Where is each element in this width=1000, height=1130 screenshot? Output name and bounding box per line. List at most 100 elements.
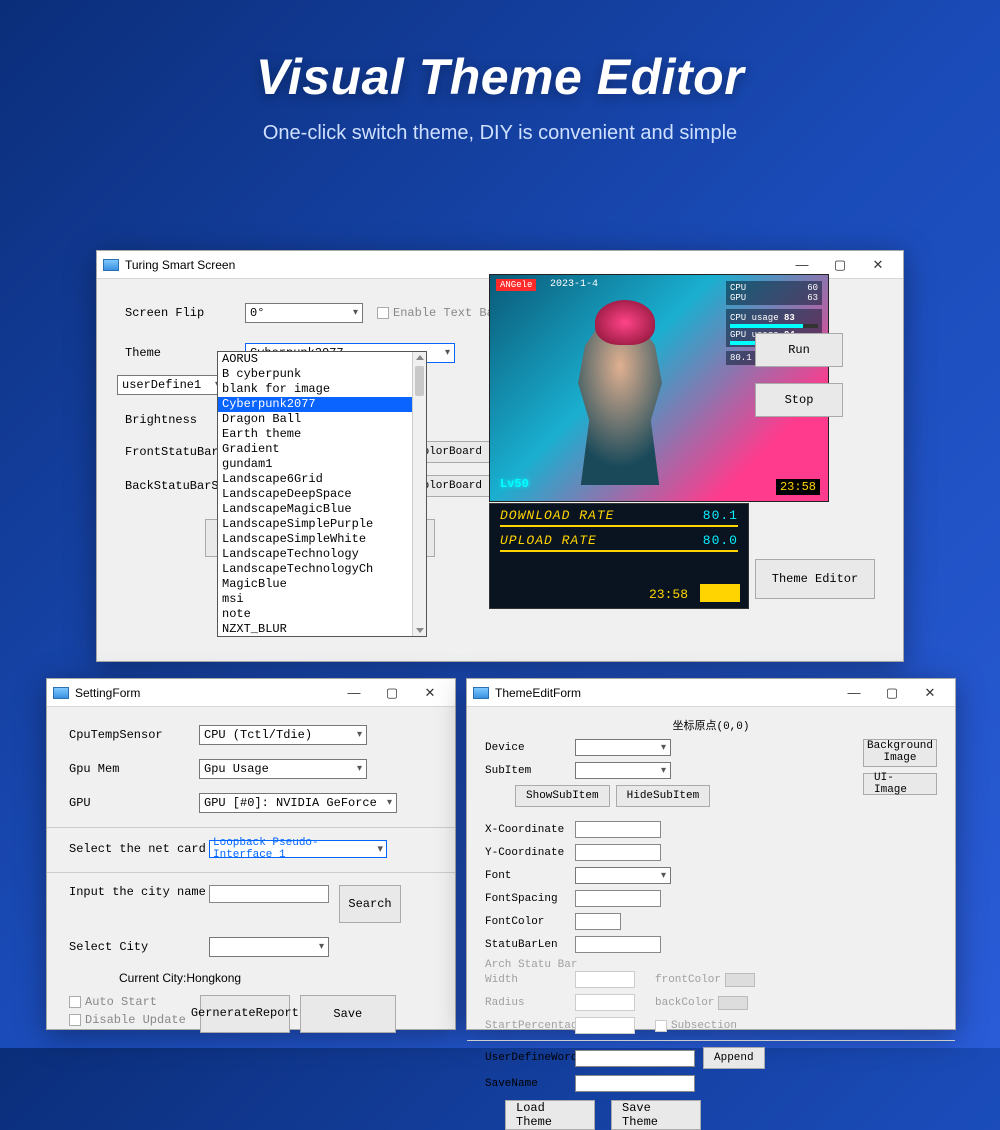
screen-flip-label: Screen Flip	[125, 306, 245, 320]
theme-option[interactable]: LandscapeDeepSpace	[218, 487, 426, 502]
font-select[interactable]: ▾	[575, 867, 671, 884]
minimize-button[interactable]: —	[335, 679, 373, 706]
save-button[interactable]: Save	[300, 995, 396, 1033]
cpu-temp-label: CpuTempSensor	[69, 728, 199, 742]
device-select[interactable]: ▾	[575, 739, 671, 756]
theme-option[interactable]: blank for image	[218, 382, 426, 397]
maximize-button[interactable]: ▢	[373, 679, 411, 706]
theme-option[interactable]: Cyberpunk2077	[218, 397, 426, 412]
chevron-down-icon: ▾	[357, 763, 362, 775]
theme-preview-lower: DOWNLOAD RATE80.1 UPLOAD RATE80.0 23:58	[489, 503, 749, 609]
theme-option[interactable]: NZXT_BLUR	[218, 622, 426, 637]
user-words-input[interactable]	[575, 1050, 695, 1067]
save-theme-button[interactable]: Save Theme	[611, 1100, 701, 1130]
device-label: Device	[485, 742, 575, 754]
front-color-swatch[interactable]	[725, 973, 755, 987]
hero-subtitle: One-click switch theme, DIY is convenien…	[0, 122, 1000, 145]
font-spacing-input[interactable]	[575, 890, 661, 907]
font-color-label: FontColor	[485, 916, 575, 928]
font-color-input[interactable]	[575, 913, 621, 930]
netcard-select[interactable]: Loopback Pseudo-Interface 1▾	[209, 840, 387, 858]
x-coord-input[interactable]	[575, 821, 661, 838]
subitem-select[interactable]: ▾	[575, 762, 671, 779]
city-input-label: Input the city name	[69, 885, 209, 899]
temp1: 80.1	[730, 353, 752, 363]
y-coord-label: Y-Coordinate	[485, 847, 575, 859]
x-coord-label: X-Coordinate	[485, 824, 575, 836]
theme-dropdown-list[interactable]: AORUSB cyberpunkblank for imageCyberpunk…	[217, 351, 427, 637]
cpu-val: 60	[807, 283, 818, 293]
status-bar-len-input[interactable]	[575, 936, 661, 953]
subsection-checkbox[interactable]: Subsection	[655, 1020, 737, 1032]
back-color-swatch[interactable]	[718, 996, 748, 1010]
turing-main-window: Turing Smart Screen — ▢ ✕ Screen Flip 0°…	[96, 250, 904, 662]
checkbox-icon	[69, 1014, 81, 1026]
netcard-value: Loopback Pseudo-Interface 1	[213, 837, 377, 861]
scrollbar[interactable]	[412, 352, 426, 636]
theme-editor-button[interactable]: Theme Editor	[755, 559, 875, 599]
theme-option[interactable]: B cyberpunk	[218, 367, 426, 382]
chevron-down-icon: ▾	[387, 797, 392, 809]
close-button[interactable]: ✕	[859, 251, 897, 278]
close-button[interactable]: ✕	[411, 679, 449, 706]
netcard-label: Select the net card	[69, 842, 209, 856]
scrollbar-thumb[interactable]	[415, 366, 424, 396]
screen-flip-select[interactable]: 0°▾	[245, 303, 363, 323]
show-subitem-button[interactable]: ShowSubItem	[515, 785, 610, 807]
theme-option[interactable]: LandscapeSimpleWhite	[218, 532, 426, 547]
user-define-select[interactable]: userDefine1▾	[117, 375, 225, 395]
theme-option[interactable]: LandscapeTechnologyCh	[218, 562, 426, 577]
preview-badge: ANGele	[496, 279, 536, 291]
chevron-down-icon: ▾	[661, 765, 666, 777]
theme-option[interactable]: Landscape6Grid	[218, 472, 426, 487]
y-coord-input[interactable]	[575, 844, 661, 861]
upload-val: 80.0	[703, 533, 738, 548]
disable-update-checkbox[interactable]: Disable Update	[69, 1013, 186, 1027]
save-name-input[interactable]	[575, 1075, 695, 1092]
theme-option[interactable]: note	[218, 607, 426, 622]
arch-header: Arch Statu Bar	[485, 959, 937, 971]
download-val: 80.1	[703, 508, 738, 523]
theme-option[interactable]: MagicBlue	[218, 577, 426, 592]
arch-start-input[interactable]	[575, 1017, 635, 1034]
disable-update-label: Disable Update	[85, 1013, 186, 1027]
theme-option[interactable]: Earth theme	[218, 427, 426, 442]
auto-start-checkbox[interactable]: Auto Start	[69, 995, 186, 1009]
hide-subitem-button[interactable]: HideSubItem	[616, 785, 711, 807]
theme-option[interactable]: LandscapeTechnology	[218, 547, 426, 562]
gpu-select[interactable]: GPU [#0]: NVIDIA GeForce RTX ▾	[199, 793, 397, 813]
chevron-down-icon: ▾	[661, 742, 666, 754]
minimize-button[interactable]: —	[835, 679, 873, 706]
close-button[interactable]: ✕	[911, 679, 949, 706]
chevron-down-icon: ▾	[445, 347, 450, 359]
maximize-button[interactable]: ▢	[873, 679, 911, 706]
theme-option[interactable]: LandscapeMagicBlue	[218, 502, 426, 517]
chevron-down-icon: ▾	[319, 941, 324, 953]
generate-report-button[interactable]: GernerateReport	[200, 995, 290, 1033]
append-button[interactable]: Append	[703, 1047, 765, 1069]
cpu-temp-select[interactable]: CPU (Tctl/Tdie)▾	[199, 725, 367, 745]
city-input[interactable]	[209, 885, 329, 903]
stop-button[interactable]: Stop	[755, 383, 843, 417]
theme-option[interactable]: gundam1	[218, 457, 426, 472]
theme-option[interactable]: LandscapeSimplePurple	[218, 517, 426, 532]
arch-radius-input[interactable]	[575, 994, 635, 1011]
search-button[interactable]: Search	[339, 885, 401, 923]
city-select[interactable]: ▾	[209, 937, 329, 957]
background-image-button[interactable]: Background Image	[863, 739, 937, 767]
user-words-label: UserDefineWords	[485, 1052, 575, 1064]
run-button[interactable]: Run	[755, 333, 843, 367]
app-icon	[53, 687, 69, 699]
theme-option[interactable]: Dragon Ball	[218, 412, 426, 427]
theme-option[interactable]: AORUS	[218, 352, 426, 367]
load-theme-button[interactable]: Load Theme	[505, 1100, 595, 1130]
gpu-mem-select[interactable]: Gpu Usage▾	[199, 759, 367, 779]
theme-option[interactable]: Gradient	[218, 442, 426, 457]
arch-width-input[interactable]	[575, 971, 635, 988]
arch-radius-label: Radius	[485, 997, 575, 1009]
theme-option[interactable]: msi	[218, 592, 426, 607]
ui-image-button[interactable]: UI-Image	[863, 773, 937, 795]
hero-title: Visual Theme Editor	[0, 48, 1000, 106]
preview-chip-icon	[700, 584, 740, 602]
gpu-value: GPU [#0]: NVIDIA GeForce RTX	[204, 796, 383, 810]
